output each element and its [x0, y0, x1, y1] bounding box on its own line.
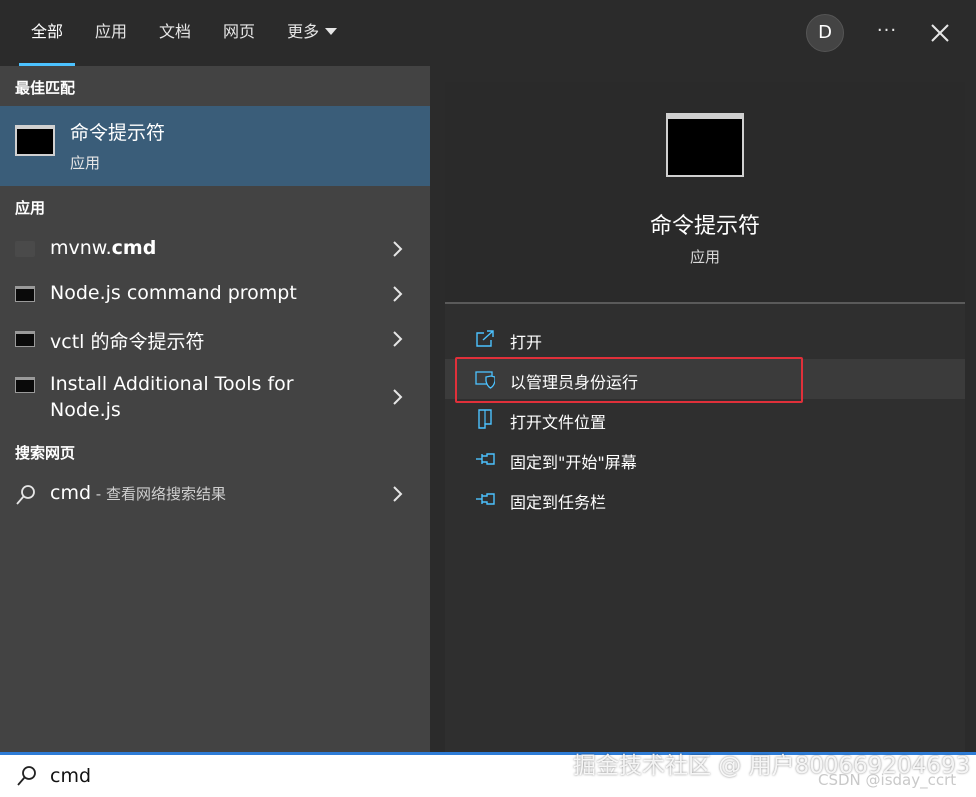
details-header: 命令提示符 应用 — [445, 82, 965, 302]
action-label: 打开 — [510, 333, 543, 352]
list-item-label: Install Additional Tools for Node.js — [50, 373, 294, 421]
list-item-label: Node.js command prompt — [50, 282, 297, 304]
details-app-name: 命令提示符 — [649, 214, 760, 239]
tab-documents-label: 文档 — [159, 22, 192, 41]
action-pin-to-taskbar[interactable]: 固定到任务栏 — [445, 479, 965, 519]
tab-web[interactable]: 网页 — [207, 0, 271, 66]
list-item-vctl-prompt[interactable]: vctl 的命令提示符 — [0, 316, 430, 361]
tab-all[interactable]: 全部 — [15, 0, 79, 66]
web-search-heading: 搜索网页 — [15, 444, 76, 462]
cmd-icon — [15, 331, 35, 347]
tab-apps[interactable]: 应用 — [79, 0, 143, 66]
avatar[interactable]: D — [806, 14, 844, 52]
tab-all-label: 全部 — [31, 22, 64, 41]
action-list: 打开 以管理员身份运行 打开文件位置 固定到"开始"屏幕 固定到任务栏 — [445, 319, 965, 519]
tab-apps-label: 应用 — [95, 22, 128, 41]
best-match-name: 命令提示符 — [70, 122, 166, 144]
top-bar: 全部 应用 文档 网页 更多 D ··· — [0, 0, 976, 66]
close-icon — [931, 24, 949, 42]
more-options-button[interactable]: ··· — [868, 14, 906, 52]
cmd-icon — [15, 125, 55, 156]
pin-icon — [476, 493, 495, 505]
cmd-icon — [666, 113, 744, 177]
apps-heading: 应用 — [15, 199, 46, 217]
divider — [445, 302, 965, 304]
search-input[interactable]: cmd — [50, 765, 91, 787]
details-app-type: 应用 — [689, 248, 720, 266]
watermark-credit: CSDN @isday_ccrt — [818, 771, 957, 789]
list-item-mvnw[interactable]: mvnw.cmd — [0, 226, 430, 271]
close-button[interactable] — [922, 14, 958, 52]
search-icon — [16, 485, 35, 505]
filter-tabs: 全部 应用 文档 网页 更多 — [15, 0, 353, 66]
file-icon — [15, 241, 35, 257]
action-label: 固定到任务栏 — [510, 493, 607, 512]
action-label: 固定到"开始"屏幕 — [510, 453, 637, 472]
tab-web-label: 网页 — [223, 22, 256, 41]
action-label: 打开文件位置 — [510, 413, 607, 432]
tab-documents[interactable]: 文档 — [143, 0, 207, 66]
action-open-file-location[interactable]: 打开文件位置 — [445, 399, 965, 439]
list-item-nodejs-prompt[interactable]: Node.js command prompt — [0, 271, 430, 316]
list-item-label: mvnw.cmd — [50, 237, 157, 259]
best-match-item[interactable]: 命令提示符 应用 — [0, 106, 430, 186]
list-item-install-tools[interactable]: Install Additional Tools for Node.js — [0, 361, 430, 431]
pin-icon — [476, 453, 495, 465]
search-icon — [17, 766, 36, 786]
best-match-type: 应用 — [70, 154, 101, 172]
best-match-heading: 最佳匹配 — [15, 79, 76, 97]
list-item-web-search[interactable]: cmd - 查看网络搜索结果 — [0, 471, 430, 516]
action-pin-to-start[interactable]: 固定到"开始"屏幕 — [445, 439, 965, 479]
cmd-icon — [15, 286, 35, 302]
list-item-label: vctl 的命令提示符 — [50, 331, 205, 353]
results-panel: 最佳匹配 命令提示符 应用 应用 mvnw.cmd Node.js comman… — [0, 66, 430, 752]
action-open[interactable]: 打开 — [445, 319, 965, 359]
details-panel: 命令提示符 应用 打开 以管理员身份运行 打开文件位置 固定到"开始"屏幕 固定… — [445, 82, 965, 752]
chevron-right-icon — [393, 389, 403, 405]
file-location-icon — [478, 409, 492, 429]
chevron-right-icon — [393, 486, 403, 502]
chevron-right-icon — [393, 331, 403, 347]
chevron-right-icon — [393, 286, 403, 302]
caret-down-icon — [325, 28, 338, 35]
chevron-right-icon — [393, 241, 403, 257]
highlight-box — [455, 357, 803, 403]
tab-more[interactable]: 更多 — [271, 0, 353, 66]
list-item-label: cmd - 查看网络搜索结果 — [50, 482, 226, 504]
cmd-icon — [15, 377, 35, 393]
tab-more-label: 更多 — [287, 22, 320, 41]
open-icon — [476, 330, 494, 347]
